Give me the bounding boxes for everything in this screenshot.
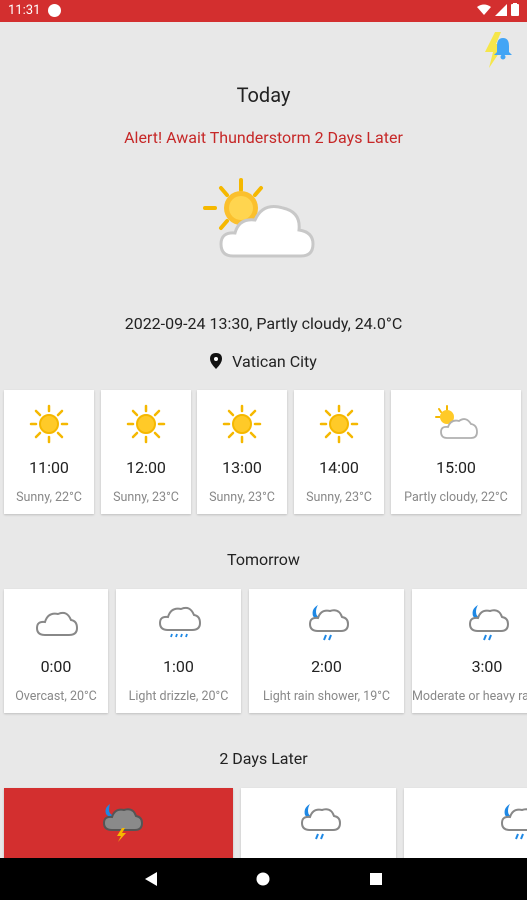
- night-rain-icon: [468, 605, 510, 641]
- battery-icon: [511, 3, 519, 16]
- hour-desc: Sunny, 23°C: [209, 490, 275, 505]
- back-icon[interactable]: [144, 871, 158, 887]
- storm-alert: Alert! Await Thunderstorm 2 Days Later: [124, 128, 403, 147]
- partly-cloudy-icon: [203, 178, 315, 258]
- hour-time: 15:00: [436, 458, 476, 477]
- today-title: Today: [236, 83, 291, 107]
- hour-time: 2:00: [311, 657, 342, 676]
- partly-cloudy-icon: [435, 405, 478, 439]
- location-pin-icon: [210, 353, 223, 369]
- hour-card[interactable]: 11:00 Sunny, 22°C: [4, 390, 94, 514]
- cloud-icon: [35, 611, 79, 636]
- hour-desc: Sunny, 22°C: [16, 490, 82, 505]
- night-thunderstorm-icon: [102, 804, 143, 842]
- wifi-icon: [477, 4, 491, 15]
- hour-card[interactable]: 1:00 Light drizzle, 20°C: [116, 589, 241, 713]
- hour-card[interactable]: 15:00 Partly cloudy, 22°C: [391, 390, 521, 514]
- location: Vatican City: [0, 352, 527, 371]
- hour-desc: Moderate or heavy rain shower: [412, 689, 527, 704]
- hour-desc: Overcast, 20°C: [15, 689, 97, 704]
- hour-desc: Partly cloudy, 22°C: [404, 490, 508, 505]
- sun-icon: [29, 404, 69, 444]
- hour-time: 1:00: [163, 657, 194, 676]
- sun-icon: [126, 404, 166, 444]
- status-bar: 11:31: [0, 0, 527, 22]
- home-icon[interactable]: [256, 872, 270, 886]
- today-hourly-list[interactable]: 11:00 Sunny, 22°C 12:00 Sunny, 23°C 13:0…: [0, 389, 527, 519]
- sun-icon: [319, 404, 359, 444]
- hour-card[interactable]: 13:00 Sunny, 23°C: [197, 390, 287, 514]
- recents-icon[interactable]: [370, 873, 382, 885]
- hour-desc: Light rain shower, 19°C: [262, 689, 391, 704]
- current-conditions: 2022-09-24 13:30, Partly cloudy, 24.0°C: [124, 314, 403, 333]
- navigation-bar: [0, 858, 527, 900]
- signal-icon: [495, 3, 507, 16]
- notification-icon: [48, 4, 61, 17]
- sun-icon: [222, 404, 262, 444]
- tomorrow-hourly-list[interactable]: 0:00 Overcast, 20°C 1:00 Light drizzle, …: [0, 588, 527, 718]
- status-time: 11:31: [8, 3, 41, 18]
- hour-desc: Light drizzle, 20°C: [128, 689, 229, 704]
- two-days-hourly-list[interactable]: [0, 787, 527, 858]
- hour-card[interactable]: 12:00 Sunny, 23°C: [101, 390, 191, 514]
- hour-card[interactable]: [241, 788, 396, 858]
- night-rain-icon: [308, 605, 349, 641]
- hour-time: 13:00: [222, 458, 262, 477]
- hour-card[interactable]: 14:00 Sunny, 23°C: [294, 390, 384, 514]
- hour-card[interactable]: 0:00 Overcast, 20°C: [4, 589, 108, 713]
- two-days-title: 2 Days Later: [219, 749, 308, 768]
- hour-time: 0:00: [40, 657, 72, 676]
- alert-bell-icon[interactable]: [481, 30, 515, 70]
- hour-desc: Sunny, 23°C: [306, 490, 372, 505]
- night-rain-icon: [500, 804, 527, 840]
- tomorrow-title: Tomorrow: [227, 550, 300, 569]
- hour-time: 14:00: [319, 458, 359, 477]
- hour-time: 3:00: [471, 657, 503, 676]
- hour-time: 11:00: [29, 458, 69, 477]
- hour-desc: Sunny, 23°C: [113, 490, 179, 505]
- hour-card-alert[interactable]: [4, 788, 233, 858]
- night-rain-icon: [300, 804, 341, 840]
- hour-time: 12:00: [126, 458, 166, 477]
- hour-card[interactable]: 3:00 Moderate or heavy rain shower: [412, 589, 527, 713]
- hour-card[interactable]: [404, 788, 527, 858]
- drizzle-icon: [158, 606, 201, 638]
- location-name: Vatican City: [232, 352, 317, 371]
- hour-card[interactable]: 2:00 Light rain shower, 19°C: [249, 589, 404, 713]
